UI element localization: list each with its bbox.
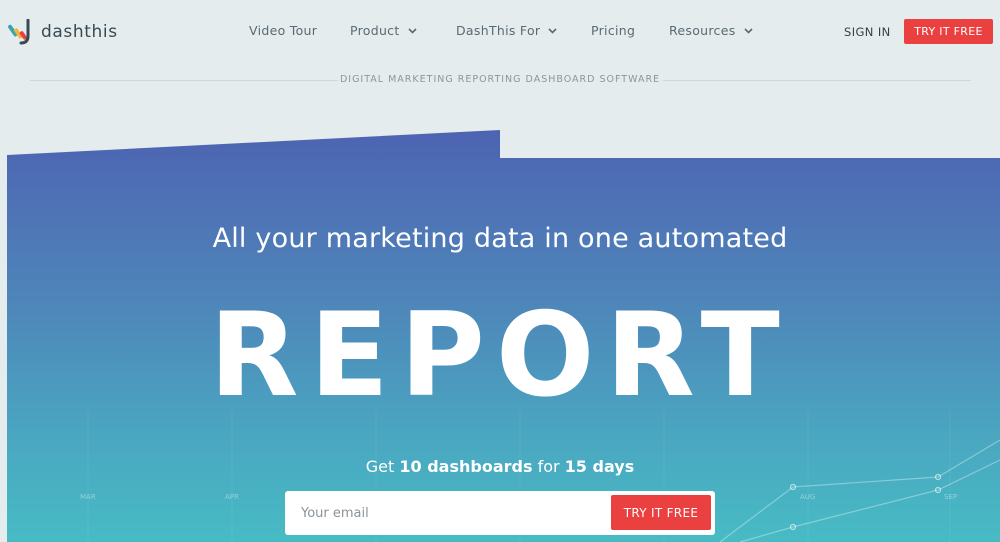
month-label: MAR [80,493,96,501]
nav-resources-label: Resources [669,23,736,38]
email-input[interactable] [285,491,605,535]
hero-big-word: REPORT [209,288,791,423]
chevron-down-icon [743,27,753,34]
hero-headline: All your marketing data in one automated [212,223,788,254]
nav-video-tour-label: Video Tour [249,23,318,38]
month-label: APR [225,493,239,501]
chevron-down-icon [407,27,417,34]
nav-resources[interactable]: Resources [669,23,753,38]
nav-pricing[interactable]: Pricing [591,23,635,38]
nav-pricing-label: Pricing [591,23,636,38]
chevron-down-icon [548,27,557,34]
offer-prefix: Get [365,457,400,476]
nav-product[interactable]: Product [350,23,417,38]
hero-offer: Get 10 dashboards for 15 days [0,457,1000,476]
nav-dashthis-for-label: DashThis For [456,23,541,38]
month-label: SEP [944,493,957,501]
offer-dashboards: 10 dashboards [399,457,533,476]
nav-video-tour[interactable]: Video Tour [249,23,317,38]
month-label: AUG [800,493,815,501]
offer-middle: for [532,457,565,476]
tagline: DIGITAL MARKETING REPORTING DASHBOARD SO… [339,74,661,85]
try-it-free-form-button[interactable]: TRY IT FREE [611,495,711,530]
nav-product-label: Product [350,23,400,38]
site-header: dashthis Video Tour Product DashThis For… [0,0,1000,64]
signup-form: TRY IT FREE [285,491,715,535]
offer-days: 15 days [564,457,635,476]
try-it-free-header-button[interactable]: TRY IT FREE [904,19,993,44]
tagline-row: DIGITAL MARKETING REPORTING DASHBOARD SO… [0,74,1000,88]
nav-dashthis-for[interactable]: DashThis For [456,23,557,38]
sign-in-link[interactable]: SIGN IN [844,25,891,39]
